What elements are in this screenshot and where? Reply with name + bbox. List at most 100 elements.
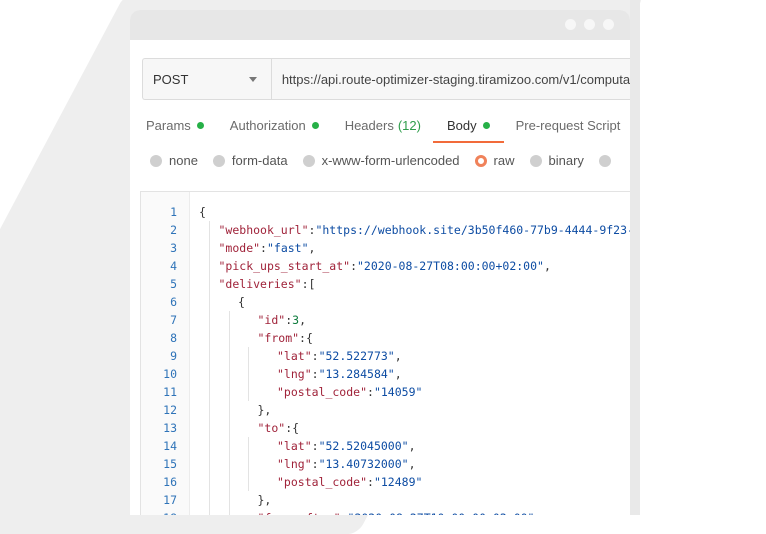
window-control-dot[interactable] <box>603 19 614 30</box>
code-token: "to" <box>257 421 286 435</box>
code-line: 4 "pick_ups_start_at":"2020-08-27T08:00:0… <box>141 257 630 275</box>
code-token: "52.522773" <box>318 349 395 363</box>
code-line: 7 "id":3, <box>141 311 630 329</box>
code-token: :{ <box>299 331 313 345</box>
indent-guide <box>248 347 249 401</box>
code-line: 1{ <box>141 203 630 221</box>
tab-label: Body <box>446 117 477 133</box>
line-number: 11 <box>163 385 177 399</box>
tab-params[interactable]: Params <box>146 117 204 133</box>
status-dot-icon <box>311 121 319 129</box>
code-line: 9 "lat":"52.522773", <box>141 347 630 365</box>
code-text: "id":3, <box>258 311 307 329</box>
code-text: }, <box>258 401 272 419</box>
line-number: 15 <box>163 457 177 471</box>
code-text: "webhook_url":"https://webhook.site/3b50… <box>219 221 631 239</box>
line-number: 12 <box>163 403 177 417</box>
code-line: 14 "lat":"52.52045000", <box>141 437 630 455</box>
code-token: :{ <box>285 421 300 435</box>
method-select[interactable]: POST <box>143 59 272 99</box>
code-token: , <box>394 349 402 363</box>
code-token: "lng" <box>277 367 312 381</box>
code-editor[interactable]: 1{2 "webhook_url":"https://webhook.site/3… <box>140 191 630 515</box>
code-line: 8 "from":{ <box>141 329 630 347</box>
body-type-binary[interactable]: binary <box>529 153 584 168</box>
code-line: 2 "webhook_url":"https://webhook.site/3b5… <box>141 221 630 239</box>
body-type-none[interactable]: none <box>150 153 198 168</box>
code-token: "14059" <box>373 385 423 399</box>
code-line: 11 "postal_code":"14059" <box>141 383 630 401</box>
url-input[interactable]: https://api.route-optimizer-staging.tira… <box>272 59 630 99</box>
code-token: "13.284584" <box>318 367 395 381</box>
code-token: :[ <box>301 277 316 291</box>
code-token: "mode" <box>218 241 261 255</box>
line-number: 9 <box>170 349 177 363</box>
code-token: : <box>341 511 348 515</box>
code-line: 15 "lng":"13.40732000", <box>141 455 630 473</box>
tab-headers[interactable]: Headers (12) <box>345 117 421 133</box>
radio-selected-icon[interactable] <box>474 154 487 167</box>
code-token: { <box>238 295 245 309</box>
code-token: : <box>367 475 374 489</box>
code-token: , <box>408 439 416 453</box>
code-text: "from_after":"2020-08-27T10:00:00+02:00"… <box>258 509 542 515</box>
tab-pre-request-script[interactable]: Pre-request Script <box>516 117 621 133</box>
code-token: , <box>394 367 402 381</box>
method-label: POST <box>153 71 189 87</box>
code-token: "lat" <box>277 439 312 453</box>
body-type-form-data[interactable]: form-data <box>212 153 288 168</box>
code-token: "2020-08-27T10:00:00+02:00" <box>348 511 535 515</box>
code-text: { <box>199 203 206 221</box>
body-type-more[interactable] <box>598 153 618 168</box>
code-text: "lat":"52.52045000", <box>277 437 416 455</box>
radio-icon[interactable] <box>529 154 542 167</box>
code-token: "webhook_url" <box>218 223 309 237</box>
code-token: , <box>308 241 316 255</box>
line-number: 5 <box>170 277 177 291</box>
code-text: "postal_code":"12489" <box>277 473 422 491</box>
body-type-urlencoded[interactable]: x-www-form-urlencoded <box>302 153 460 168</box>
body-type-label: binary <box>548 153 584 168</box>
radio-icon[interactable] <box>302 154 315 167</box>
line-number: 13 <box>163 421 177 435</box>
line-number: 1 <box>170 205 177 219</box>
tab-label: Params <box>146 117 191 133</box>
line-number: 16 <box>163 475 177 489</box>
code-line: 6{ <box>141 293 630 311</box>
code-token: , <box>299 313 307 327</box>
window-control-dot[interactable] <box>565 19 576 30</box>
code-token: : <box>260 241 267 255</box>
line-number: 8 <box>170 331 177 345</box>
code-line: 17}, <box>141 491 630 509</box>
radio-icon[interactable] <box>212 154 225 167</box>
radio-icon[interactable] <box>150 154 162 167</box>
code-text: "lat":"52.522773", <box>277 347 402 365</box>
code-token: "postal_code" <box>277 385 368 399</box>
tab-body[interactable]: Body <box>433 117 504 143</box>
code-token: : <box>367 385 374 399</box>
code-token: "fast" <box>266 241 309 255</box>
code-token: , <box>543 259 551 273</box>
code-token: : <box>311 367 319 381</box>
body-type-raw[interactable]: raw <box>474 153 515 168</box>
code-token: "deliveries" <box>218 277 302 291</box>
code-token: : <box>311 349 319 363</box>
line-number: 6 <box>170 295 177 309</box>
indent-guide <box>248 437 249 491</box>
body-type-options: none form-data x-www-form-urlencoded raw… <box>150 153 630 168</box>
line-number: 2 <box>170 223 177 237</box>
code-token: "from_after" <box>258 511 341 515</box>
code-line: 5 "deliveries":[ <box>141 275 630 293</box>
window-control-dot[interactable] <box>584 19 595 30</box>
code-line: 10 "lng":"13.284584", <box>141 365 630 383</box>
code-token: : <box>311 457 319 471</box>
body-type-label: raw <box>493 153 515 168</box>
radio-icon[interactable] <box>598 154 611 167</box>
request-line: POST https://api.route-optimizer-staging… <box>142 58 630 100</box>
code-token: "2020-08-27T08:00:00+02:00" <box>357 259 544 273</box>
tab-label: Headers <box>344 117 394 133</box>
window-edge <box>630 0 640 515</box>
indent-guide <box>228 311 230 515</box>
code-text: { <box>238 293 245 311</box>
tab-authorization[interactable]: Authorization <box>230 117 319 133</box>
